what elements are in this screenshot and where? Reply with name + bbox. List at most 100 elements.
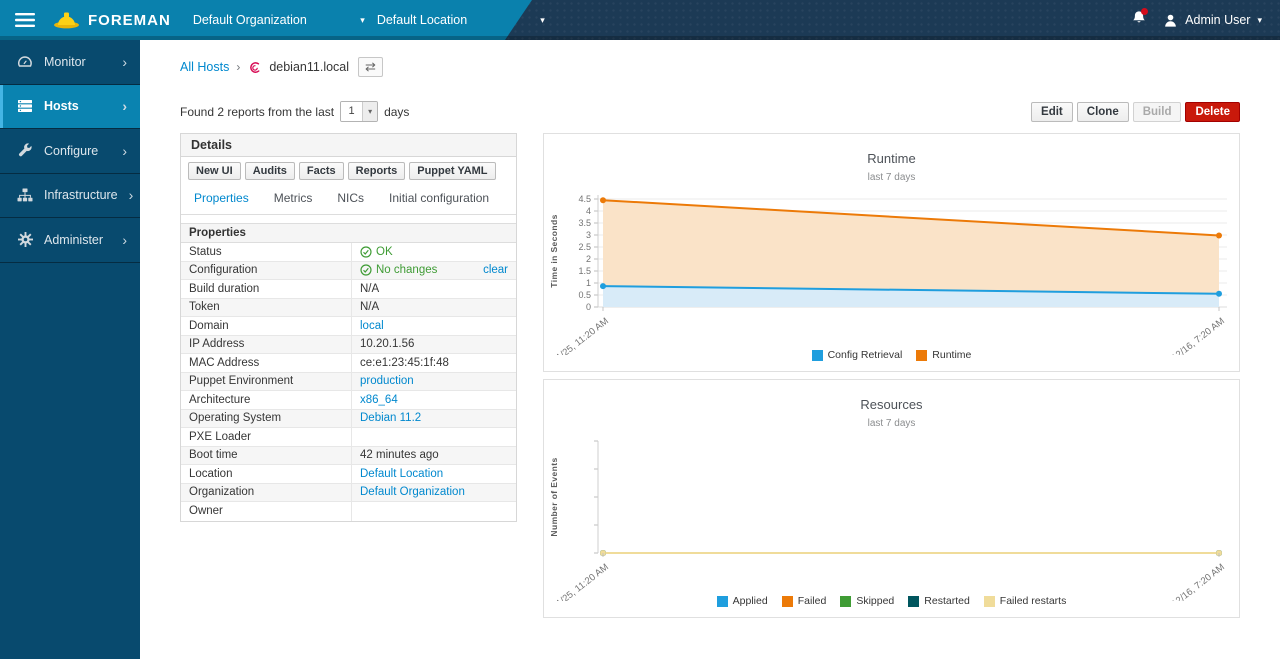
sidebar-nav: Monitor›Hosts›Configure›Infrastructure›A… xyxy=(0,40,140,659)
sidebar-item-label: Configure xyxy=(44,144,98,158)
property-row-location: Location Default Location xyxy=(181,465,516,484)
tab-metrics[interactable]: Metrics xyxy=(274,191,313,205)
svg-text:3: 3 xyxy=(586,230,591,240)
legend-swatch xyxy=(908,596,919,607)
sidebar-item-monitor[interactable]: Monitor › xyxy=(0,40,140,85)
facts-button[interactable]: Facts xyxy=(299,162,344,180)
property-label: Operating System xyxy=(181,410,351,428)
sidebar-item-infrastructure[interactable]: Infrastructure› xyxy=(0,174,140,219)
property-label: Puppet Environment xyxy=(181,373,351,391)
legend-item-config-retrieval: Config Retrieval xyxy=(812,349,903,361)
check-circle-icon xyxy=(360,264,372,276)
chevron-down-icon: ▾ xyxy=(360,15,365,26)
property-value-link[interactable]: Default Location xyxy=(360,468,443,480)
reports-days-text: days xyxy=(384,105,409,119)
chevron-down-icon: ▾ xyxy=(1257,15,1262,26)
legend-label: Applied xyxy=(733,595,768,607)
property-label: Location xyxy=(181,465,351,483)
chevron-right-icon: › xyxy=(129,187,134,203)
runtime-chart-legend: Config Retrieval Runtime xyxy=(544,349,1239,361)
debian-os-icon xyxy=(247,60,262,75)
charts-column: Runtime last 7 days 00.511.522.533.544.5… xyxy=(543,133,1240,618)
sidebar-item-configure[interactable]: Configure› xyxy=(0,129,140,174)
legend-label: Runtime xyxy=(932,349,971,361)
property-row-architecture: Architecturex86_64 xyxy=(181,391,516,410)
property-label: Domain xyxy=(181,317,351,335)
gear-icon xyxy=(17,232,33,247)
notifications-button[interactable] xyxy=(1131,10,1147,31)
location-dropdown-label: Default Location xyxy=(377,13,467,27)
property-label: Boot time xyxy=(181,447,351,465)
property-row-pxe-loader: PXE Loader xyxy=(181,428,516,447)
top-navbar: FOREMAN Default Organization ▾ Default L… xyxy=(0,0,1280,40)
resources-chart-subtitle: last 7 days xyxy=(544,418,1239,429)
chevron-right-icon: › xyxy=(122,232,127,248)
svg-text:0.5: 0.5 xyxy=(578,290,591,300)
svg-text:2: 2 xyxy=(586,254,591,264)
svg-text:1: 1 xyxy=(586,278,591,288)
sidebar-item-label: Hosts xyxy=(44,99,79,113)
build-button[interactable]: Build xyxy=(1133,102,1182,122)
sidebar-item-label: Administer xyxy=(44,233,103,247)
property-value-link[interactable]: production xyxy=(360,375,414,387)
legend-item-runtime: Runtime xyxy=(916,349,971,361)
details-panel-title: Details xyxy=(181,134,516,157)
days-select[interactable]: 1 ▾ xyxy=(340,101,378,122)
legend-label: Config Retrieval xyxy=(828,349,903,361)
property-value-link[interactable]: x86_64 xyxy=(360,394,398,406)
property-value-link[interactable]: Debian 11.2 xyxy=(360,412,421,424)
user-menu[interactable]: Admin User ▾ xyxy=(1163,13,1262,28)
legend-item-restarted: Restarted xyxy=(908,595,970,607)
property-row-puppet-environment: Puppet Environment production xyxy=(181,373,516,392)
organization-dropdown-label: Default Organization xyxy=(193,13,307,27)
property-label: Configuration xyxy=(181,262,351,280)
legend-swatch xyxy=(840,596,851,607)
resources-chart-plot: 11/25, 11:20 AM12/16, 7:20 AMNumber of E… xyxy=(544,433,1239,601)
svg-text:1.5: 1.5 xyxy=(578,266,591,276)
delete-button[interactable]: Delete xyxy=(1185,102,1240,122)
host-action-buttons: Edit Clone Build Delete xyxy=(1031,102,1240,122)
resources-chart-legend: AppliedFailedSkippedRestartedFailed rest… xyxy=(544,595,1239,607)
sidebar-item-administer[interactable]: Administer › xyxy=(0,218,140,263)
organization-dropdown[interactable]: Default Organization ▾ xyxy=(193,13,365,27)
wrench-icon xyxy=(17,143,33,158)
edit-button[interactable]: Edit xyxy=(1031,102,1073,122)
host-switcher-button[interactable]: ⇄ xyxy=(358,57,383,77)
property-row-owner: Owner xyxy=(181,502,516,521)
legend-label: Failed xyxy=(798,595,827,607)
svg-text:Time in Seconds: Time in Seconds xyxy=(549,214,559,287)
clone-button[interactable]: Clone xyxy=(1077,102,1129,122)
hamburger-menu-icon[interactable] xyxy=(15,12,35,28)
property-label: IP Address xyxy=(181,336,351,354)
reports-button[interactable]: Reports xyxy=(348,162,406,180)
property-value-link[interactable]: Default Organization xyxy=(360,486,465,498)
audits-button[interactable]: Audits xyxy=(245,162,295,180)
clear-link[interactable]: clear xyxy=(483,264,508,276)
tab-nics[interactable]: NICs xyxy=(337,191,364,205)
properties-table-title: Properties xyxy=(181,224,516,243)
breadcrumb-all-hosts-link[interactable]: All Hosts xyxy=(180,60,229,74)
chevron-right-icon: › xyxy=(122,54,127,70)
breadcrumb-separator: › xyxy=(236,60,240,74)
property-row-build-duration: Build durationN/A xyxy=(181,280,516,299)
tab-properties[interactable]: Properties xyxy=(194,191,249,205)
tab-initial-configuration[interactable]: Initial configuration xyxy=(389,191,489,205)
legend-item-skipped: Skipped xyxy=(840,595,894,607)
notification-badge xyxy=(1141,8,1148,15)
chevron-down-icon: ▾ xyxy=(362,102,377,121)
legend-swatch xyxy=(782,596,793,607)
property-value-link[interactable]: local xyxy=(360,320,384,332)
puppet-yaml-button[interactable]: Puppet YAML xyxy=(409,162,495,180)
legend-swatch xyxy=(717,596,728,607)
foreman-logo: FOREMAN xyxy=(53,11,171,29)
sidebar-item-label: Monitor xyxy=(44,55,86,69)
property-row-organization: OrganizationDefault Organization xyxy=(181,484,516,503)
legend-item-failed: Failed xyxy=(782,595,827,607)
svg-text:4.5: 4.5 xyxy=(578,194,591,204)
new-ui-button[interactable]: New UI xyxy=(188,162,241,180)
location-dropdown[interactable]: Default Location ▾ xyxy=(377,13,545,27)
main-content: All Hosts › debian11.local ⇄ Found 2 rep… xyxy=(140,40,1280,659)
legend-label: Skipped xyxy=(856,595,894,607)
days-select-value: 1 xyxy=(341,102,362,121)
sidebar-item-hosts[interactable]: Hosts› xyxy=(0,85,140,130)
